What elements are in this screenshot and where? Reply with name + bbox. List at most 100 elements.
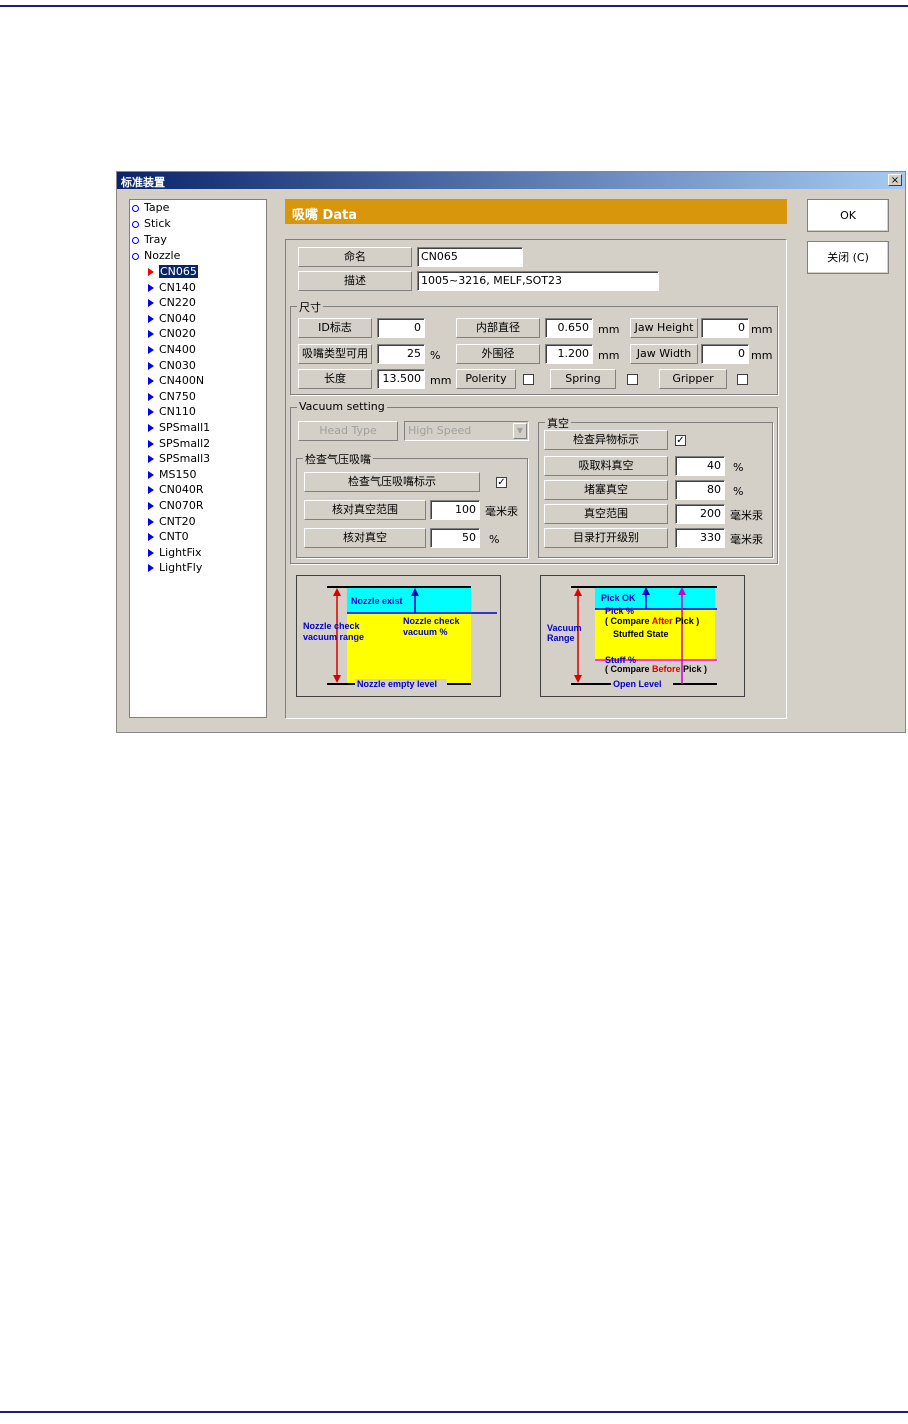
- window-title: 标准装置: [121, 176, 165, 189]
- category-bullet-icon: [132, 236, 139, 244]
- polarity-label: Polerity: [456, 369, 516, 389]
- tree-item-spsmall1[interactable]: SPSmall1: [148, 421, 210, 434]
- tree-item-cn220[interactable]: CN220: [148, 296, 196, 309]
- tree-arrow-icon: [148, 377, 154, 386]
- tree-item-lightfly[interactable]: LightFly: [148, 561, 202, 574]
- outer-diameter-field[interactable]: 1.200: [545, 344, 593, 364]
- nozzle-empty-level-text: Nozzle empty level: [357, 679, 437, 689]
- stuff-vacuum-label: 堵塞真空: [544, 480, 668, 500]
- tree-item-cn040r[interactable]: CN040R: [148, 483, 204, 496]
- device-tree[interactable]: Tape Stick Tray Nozzle CN065 CN140 CN220 CN…: [129, 199, 267, 718]
- id-flag-label: ID标志: [298, 318, 372, 338]
- open-level-field[interactable]: 330: [675, 528, 725, 548]
- outer-diameter-label: 外围径: [456, 344, 540, 364]
- head-type-value: High Speed: [408, 424, 472, 437]
- open-level-label: 目录打开级别: [544, 528, 668, 548]
- ok-button[interactable]: OK: [807, 199, 889, 232]
- nozzle-type-field[interactable]: 25: [377, 344, 425, 364]
- tree-item-cnt0[interactable]: CNT0: [148, 530, 189, 543]
- polarity-checkbox[interactable]: [523, 374, 534, 385]
- tree-arrow-icon: [148, 517, 154, 526]
- vacuum-range-diagram: Pick OK Pick % ( Compare After Pick ) St…: [540, 575, 745, 697]
- inner-diameter-unit: mm: [598, 323, 620, 336]
- tree-item-label: CN065: [159, 265, 198, 278]
- gripper-checkbox[interactable]: [737, 374, 748, 385]
- pick-ok-text: Pick OK: [601, 593, 636, 603]
- jaw-width-field[interactable]: 0: [701, 344, 749, 364]
- check-range-field[interactable]: 100: [430, 500, 480, 520]
- jaw-width-unit: mm: [751, 349, 773, 362]
- tree-item-spsmall3[interactable]: SPSmall3: [148, 452, 210, 465]
- tree-item-cn070r[interactable]: CN070R: [148, 499, 204, 512]
- vacuum-range-text-2: Range: [547, 633, 575, 643]
- tree-arrow-icon: [148, 346, 154, 354]
- vacuum-group-title: 真空: [545, 415, 571, 431]
- pick-vacuum-label: 吸取料真空: [544, 456, 668, 476]
- tree-item-cn030[interactable]: CN030: [148, 359, 196, 372]
- tree-category-nozzle[interactable]: Nozzle: [132, 249, 180, 262]
- close-button[interactable]: 关闭 (C): [807, 241, 889, 274]
- length-label: 长度: [298, 369, 372, 389]
- tree-item-cn400n[interactable]: CN400N: [148, 374, 204, 387]
- tree-item-cn040[interactable]: CN040: [148, 312, 196, 325]
- tree-category-tray[interactable]: Tray: [132, 233, 167, 246]
- check-range-label: 核对真空范围: [304, 500, 426, 520]
- tree-item-cn020[interactable]: CN020: [148, 327, 196, 340]
- tree-item-cn140[interactable]: CN140: [148, 281, 196, 294]
- tree-item-label: SPSmall3: [159, 452, 211, 466]
- tree-item-label: CNT0: [159, 530, 189, 544]
- tree-item-cn065[interactable]: CN065: [148, 265, 198, 278]
- page-bottom-rule: [0, 1411, 908, 1413]
- tree-category-stick[interactable]: Stick: [132, 217, 171, 230]
- tree-item-cn110[interactable]: CN110: [148, 405, 196, 418]
- tree-item-lightfix[interactable]: LightFix: [148, 546, 202, 559]
- stuff-vacuum-field[interactable]: 80: [675, 480, 725, 500]
- tree-item-label: CN220: [159, 296, 196, 310]
- tree-arrow-icon: [148, 424, 154, 432]
- size-group-title: 尺寸: [297, 299, 323, 315]
- vacuum-range-field[interactable]: 200: [675, 504, 725, 524]
- tree-category-tape[interactable]: Tape: [132, 201, 169, 214]
- tree-item-label: CN140: [159, 280, 196, 294]
- outer-diameter-unit: mm: [598, 349, 620, 362]
- foreign-check-checkbox[interactable]: ✓: [675, 435, 686, 446]
- name-label: 命名: [298, 247, 412, 267]
- close-icon[interactable]: ×: [888, 174, 902, 186]
- name-field[interactable]: CN065: [417, 247, 523, 267]
- tree-item-cn750[interactable]: CN750: [148, 390, 196, 403]
- tree-arrow-icon: [148, 283, 154, 292]
- tree-item-label: CN030: [159, 358, 196, 372]
- tree-item-spsmall2[interactable]: SPSmall2: [148, 437, 210, 450]
- vacuum-setting-title: Vacuum setting: [297, 400, 387, 413]
- head-type-select[interactable]: High Speed ▼: [404, 421, 529, 441]
- inner-diameter-field[interactable]: 0.650: [545, 318, 593, 338]
- tree-arrow-icon: [148, 392, 154, 401]
- jaw-width-label: Jaw Width: [630, 344, 698, 364]
- spring-checkbox[interactable]: [627, 374, 638, 385]
- tree-item-label: MS150: [159, 467, 197, 481]
- nozzle-exist-text: Nozzle exist: [351, 596, 403, 606]
- nozzle-check-diagram-svg: Nozzle exist Nozzle check vacuum range N…: [303, 586, 497, 689]
- tree-item-label: SPSmall2: [159, 436, 211, 450]
- id-flag-field[interactable]: 0: [377, 318, 425, 338]
- tree-item-cnt20[interactable]: CNT20: [148, 515, 196, 528]
- open-level-unit: 毫米汞: [730, 533, 763, 546]
- check-vacuum-field[interactable]: 50: [430, 528, 480, 548]
- check-flag-checkbox[interactable]: ✓: [496, 477, 507, 488]
- length-field[interactable]: 13.500: [377, 369, 425, 389]
- tree-arrow-icon: [148, 470, 154, 479]
- tree-item-label: CN040: [159, 311, 196, 325]
- tree-item-label: CN020: [159, 327, 196, 341]
- jaw-height-field[interactable]: 0: [701, 318, 749, 338]
- tree-arrow-icon: [148, 564, 154, 573]
- tree-item-cn400[interactable]: CN400: [148, 343, 196, 356]
- tree-arrow-icon: [148, 330, 154, 339]
- description-field[interactable]: 1005~3216, MELF,SOT23: [417, 271, 659, 291]
- nozzle-type-label: 吸嘴类型可用: [298, 344, 372, 364]
- tree-arrow-icon: [148, 533, 154, 542]
- jaw-height-label: Jaw Height: [630, 318, 698, 338]
- title-bar: 标准装置 ×: [117, 172, 905, 189]
- tree-item-ms150[interactable]: MS150: [148, 468, 196, 481]
- chevron-down-icon: ▼: [513, 423, 527, 439]
- pick-vacuum-field[interactable]: 40: [675, 456, 725, 476]
